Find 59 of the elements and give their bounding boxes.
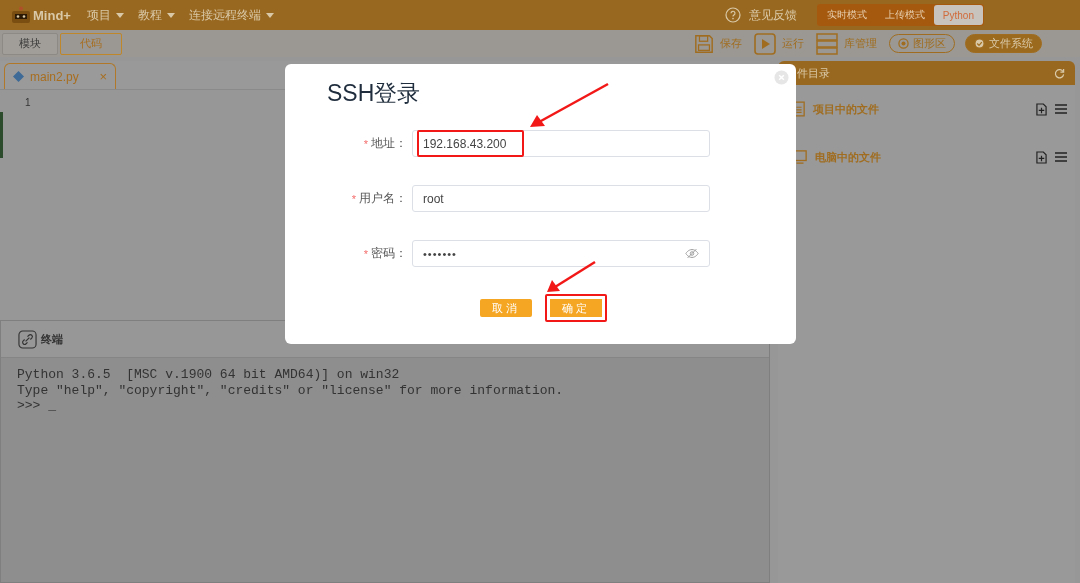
terminal-line: Type "help", "copyright", "credits" or "license" for more information.	[17, 382, 565, 398]
field-label: 用户名：	[359, 190, 407, 207]
caret-icon[interactable]	[115, 12, 124, 18]
file-name[interactable]: main2.py	[30, 69, 94, 84]
close-tab-button[interactable]: ×	[99, 69, 107, 84]
menu-icon[interactable]	[1055, 104, 1067, 114]
file-tab[interactable]: main2.py ×	[4, 63, 116, 89]
input-field[interactable]: root	[412, 185, 710, 212]
toolbar-label[interactable]: 运行	[782, 36, 804, 51]
cancel-button[interactable]: 取消	[479, 299, 532, 317]
annotation-arrow	[547, 260, 596, 292]
dialog-title: SSH登录	[327, 79, 421, 108]
toolbar-label[interactable]: 库管理	[844, 36, 877, 51]
section-title[interactable]: 项目中的文件	[813, 101, 879, 117]
caret-icon[interactable]	[265, 12, 274, 18]
view-tab[interactable]: 模块	[2, 32, 58, 55]
terminal-line: Python 3.6.5 [MSC v.1900 64 bit AMD64)] on win32	[17, 367, 401, 383]
mode-tab[interactable]: 实时模式	[817, 5, 876, 25]
required-mark: *	[351, 192, 356, 205]
terminal-title: 终端	[41, 331, 63, 347]
field-value: •••••••	[423, 247, 457, 260]
feedback-link[interactable]: 意见反馈	[748, 6, 797, 24]
required-mark: *	[363, 247, 368, 260]
mode-tab[interactable]: Python	[933, 5, 983, 25]
save-icon[interactable]	[694, 33, 714, 54]
input-field[interactable]: •••••••	[412, 240, 710, 267]
line-number: 1	[25, 97, 31, 108]
menu-item[interactable]: 连接远程终端	[188, 6, 274, 24]
field-label: 地址：	[371, 135, 407, 152]
required-mark: *	[363, 137, 368, 150]
mode-tab[interactable]: 上传模式	[875, 5, 934, 25]
menu-item[interactable]: 教程	[137, 6, 175, 24]
field-value: root	[423, 191, 444, 206]
library-icon[interactable]	[816, 32, 838, 55]
view-tab[interactable]: 代码	[60, 32, 122, 55]
section-title[interactable]: 电脑中的文件	[815, 149, 881, 165]
confirm-button[interactable]: 确定	[544, 294, 607, 322]
play-icon[interactable]	[754, 32, 776, 55]
view-toggle[interactable]: 文件系统	[965, 34, 1042, 53]
panel-title: 件目录	[797, 65, 830, 81]
help-icon[interactable]	[724, 7, 741, 23]
hidden-eye-icon[interactable]	[685, 248, 699, 259]
python-icon	[13, 71, 24, 82]
terminal-line: >>> _	[17, 398, 57, 414]
link-icon	[18, 329, 37, 349]
radio-icon[interactable]	[898, 38, 909, 49]
menu-item[interactable]: 项目	[86, 6, 124, 24]
new-file-icon[interactable]	[1036, 150, 1047, 164]
menu-icon[interactable]	[1055, 152, 1067, 162]
toolbar-label[interactable]: 保存	[720, 36, 742, 51]
field-label: 密码：	[371, 245, 407, 262]
robot-logo-icon	[10, 6, 32, 24]
input-field[interactable]: 192.168.43.200	[412, 130, 710, 157]
refresh-icon[interactable]	[1054, 67, 1065, 79]
check-circle-icon[interactable]	[974, 38, 985, 49]
app-logo-text: Mind+	[33, 7, 71, 23]
caret-icon[interactable]	[166, 12, 175, 18]
new-file-icon[interactable]	[1036, 102, 1047, 116]
field-value: 192.168.43.200	[423, 136, 507, 151]
